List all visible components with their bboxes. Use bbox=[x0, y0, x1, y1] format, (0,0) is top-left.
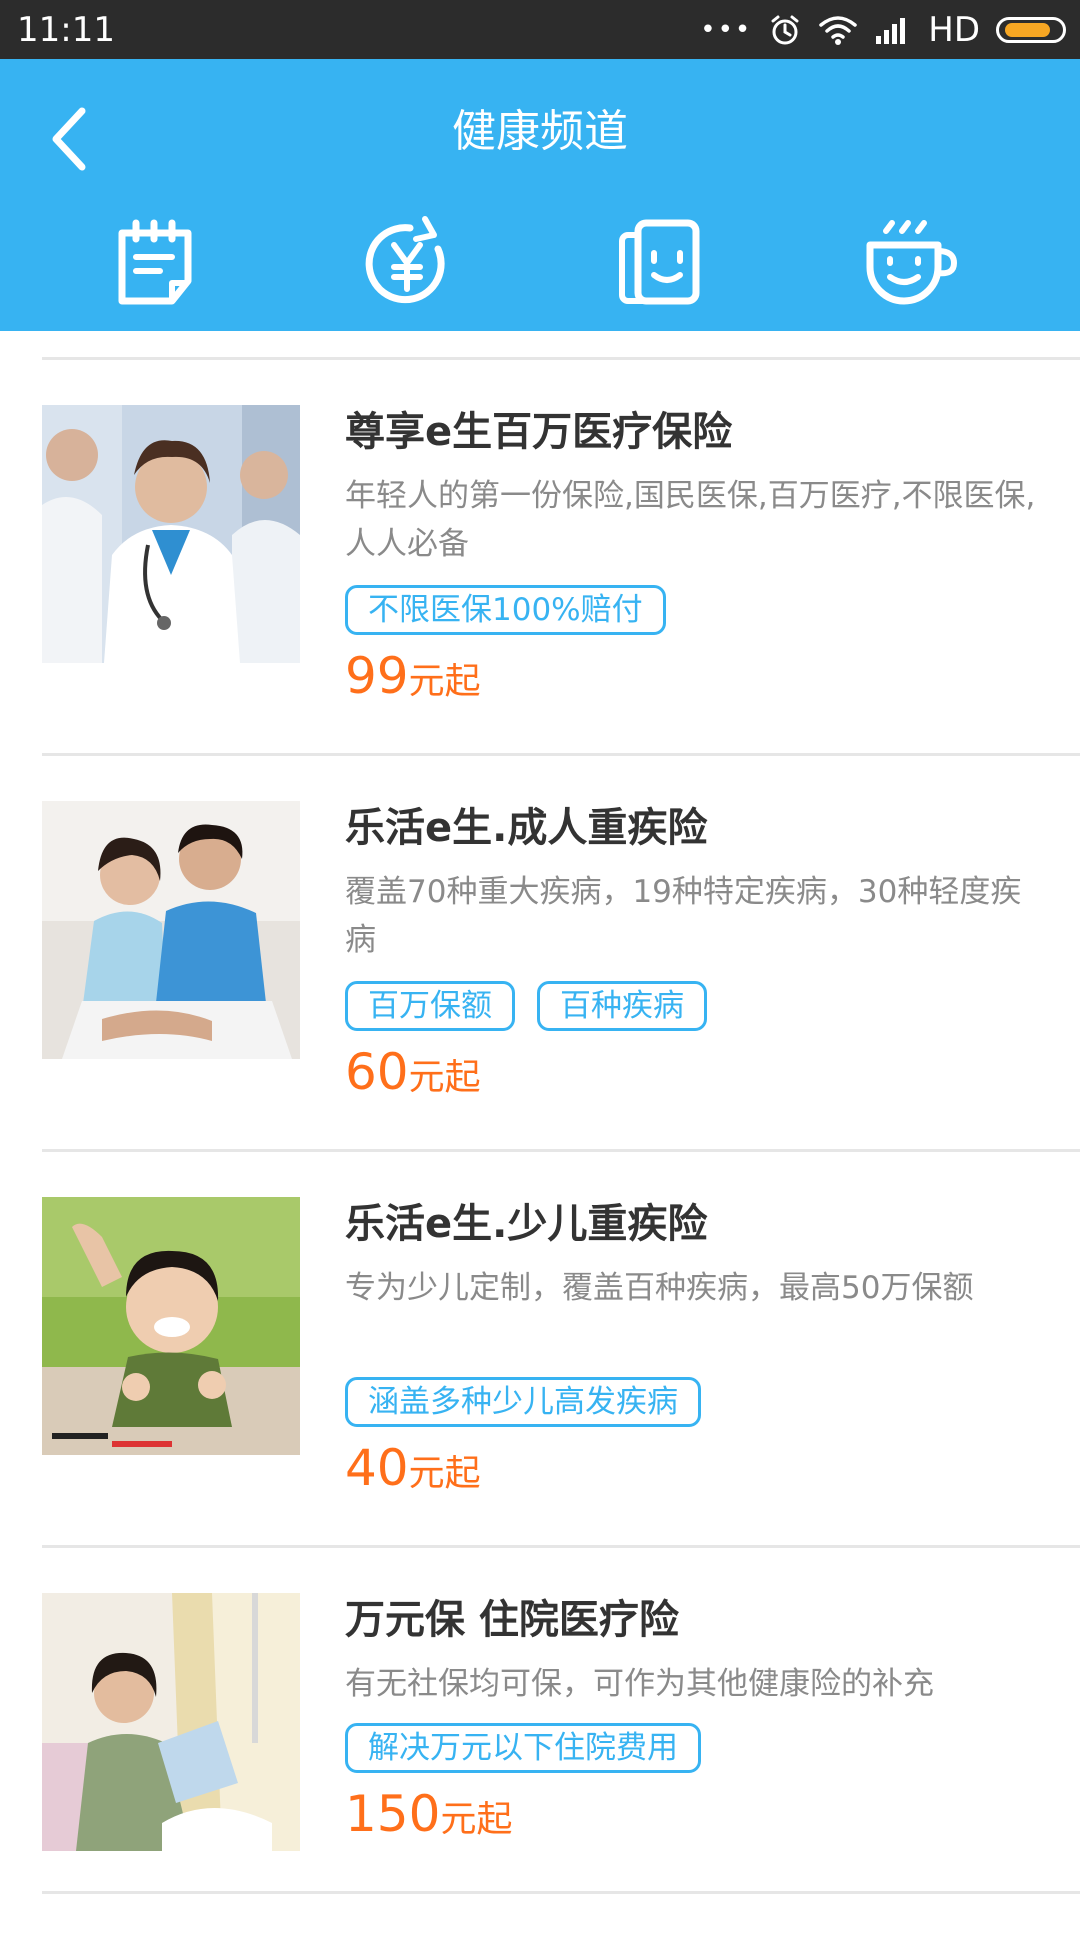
product-image-patient bbox=[42, 1593, 300, 1851]
product-price: 150元起 bbox=[345, 1784, 512, 1844]
product-description: 年轻人的第一份保险,国民医保,百万医疗,不限医保,人人必备 bbox=[345, 478, 1036, 562]
product-tag: 百种疾病 bbox=[537, 981, 707, 1031]
yuan-refresh-icon[interactable] bbox=[352, 209, 462, 319]
channel-nav bbox=[0, 209, 1080, 319]
price-value: 40 bbox=[345, 1439, 409, 1497]
price-unit: 元起 bbox=[408, 1057, 481, 1098]
list-item[interactable]: 万元保 住院医疗险 有无社保均可保，可作为其他健康险的补充 解决万元以下住院费用… bbox=[0, 1548, 1080, 1942]
product-tag: 解决万元以下住院费用 bbox=[345, 1723, 701, 1773]
product-description: 专为少儿定制，覆盖百种疾病，最高50万保额 bbox=[345, 1270, 974, 1306]
price-unit: 元起 bbox=[440, 1799, 513, 1840]
smiling-cup-icon[interactable] bbox=[856, 209, 966, 319]
product-price: 99元起 bbox=[345, 646, 481, 706]
more-notifications-icon: ••• bbox=[700, 15, 753, 45]
product-tag: 百万保额 bbox=[345, 981, 515, 1031]
list-item[interactable]: 乐活e生.少儿重疾险 专为少儿定制，覆盖百种疾病，最高50万保额 涵盖多种少儿高… bbox=[0, 1152, 1080, 1546]
product-image-couple bbox=[42, 801, 300, 1059]
status-icons: ••• HD bbox=[700, 8, 1066, 52]
list-item[interactable]: 尊享e生百万医疗保险 年轻人的第一份保险,国民医保,百万医疗,不限医保,人人必备… bbox=[0, 360, 1080, 754]
product-tags: 解决万元以下住院费用 bbox=[345, 1723, 701, 1773]
product-description: 覆盖70种重大疾病，19种特定疾病，30种轻度疾病 bbox=[345, 874, 1022, 958]
price-unit: 元起 bbox=[408, 1453, 481, 1494]
documents-face-icon[interactable] bbox=[604, 209, 714, 319]
product-price: 60元起 bbox=[345, 1042, 481, 1102]
notepad-icon[interactable] bbox=[100, 209, 210, 319]
product-tags: 涵盖多种少儿高发疾病 bbox=[345, 1377, 701, 1427]
product-tags: 不限医保100%赔付 bbox=[345, 585, 666, 635]
product-tag: 不限医保100%赔付 bbox=[345, 585, 666, 635]
status-bar: 11:11 ••• HD bbox=[0, 0, 1080, 59]
wifi-icon bbox=[819, 16, 857, 45]
product-title: 万元保 住院医疗险 bbox=[345, 1597, 679, 1643]
signal-icon bbox=[876, 18, 906, 44]
product-list: 尊享e生百万医疗保险 年轻人的第一份保险,国民医保,百万医疗,不限医保,人人必备… bbox=[0, 331, 1080, 1920]
product-image-doctor bbox=[42, 405, 300, 663]
price-value: 150 bbox=[345, 1785, 441, 1843]
battery-icon bbox=[996, 17, 1066, 43]
alarm-icon bbox=[771, 15, 799, 45]
header: 健康频道 bbox=[0, 59, 1080, 331]
product-title: 尊享e生百万医疗保险 bbox=[345, 409, 733, 455]
price-value: 60 bbox=[345, 1043, 409, 1101]
status-time: 11:11 bbox=[17, 10, 115, 50]
product-description: 有无社保均可保，可作为其他健康险的补充 bbox=[345, 1666, 934, 1702]
divider bbox=[42, 1891, 1080, 1894]
network-type: HD bbox=[928, 10, 980, 50]
price-value: 99 bbox=[345, 647, 409, 705]
product-price: 40元起 bbox=[345, 1438, 481, 1498]
product-image-child bbox=[42, 1197, 300, 1455]
product-tag: 涵盖多种少儿高发疾病 bbox=[345, 1377, 701, 1427]
list-item[interactable]: 乐活e生.成人重疾险 覆盖70种重大疾病，19种特定疾病，30种轻度疾病 百万保… bbox=[0, 756, 1080, 1150]
product-title: 乐活e生.少儿重疾险 bbox=[345, 1201, 708, 1247]
product-tags: 百万保额 百种疾病 bbox=[345, 981, 707, 1031]
page-title: 健康频道 bbox=[452, 106, 628, 157]
product-title: 乐活e生.成人重疾险 bbox=[345, 805, 708, 851]
price-unit: 元起 bbox=[408, 661, 481, 702]
